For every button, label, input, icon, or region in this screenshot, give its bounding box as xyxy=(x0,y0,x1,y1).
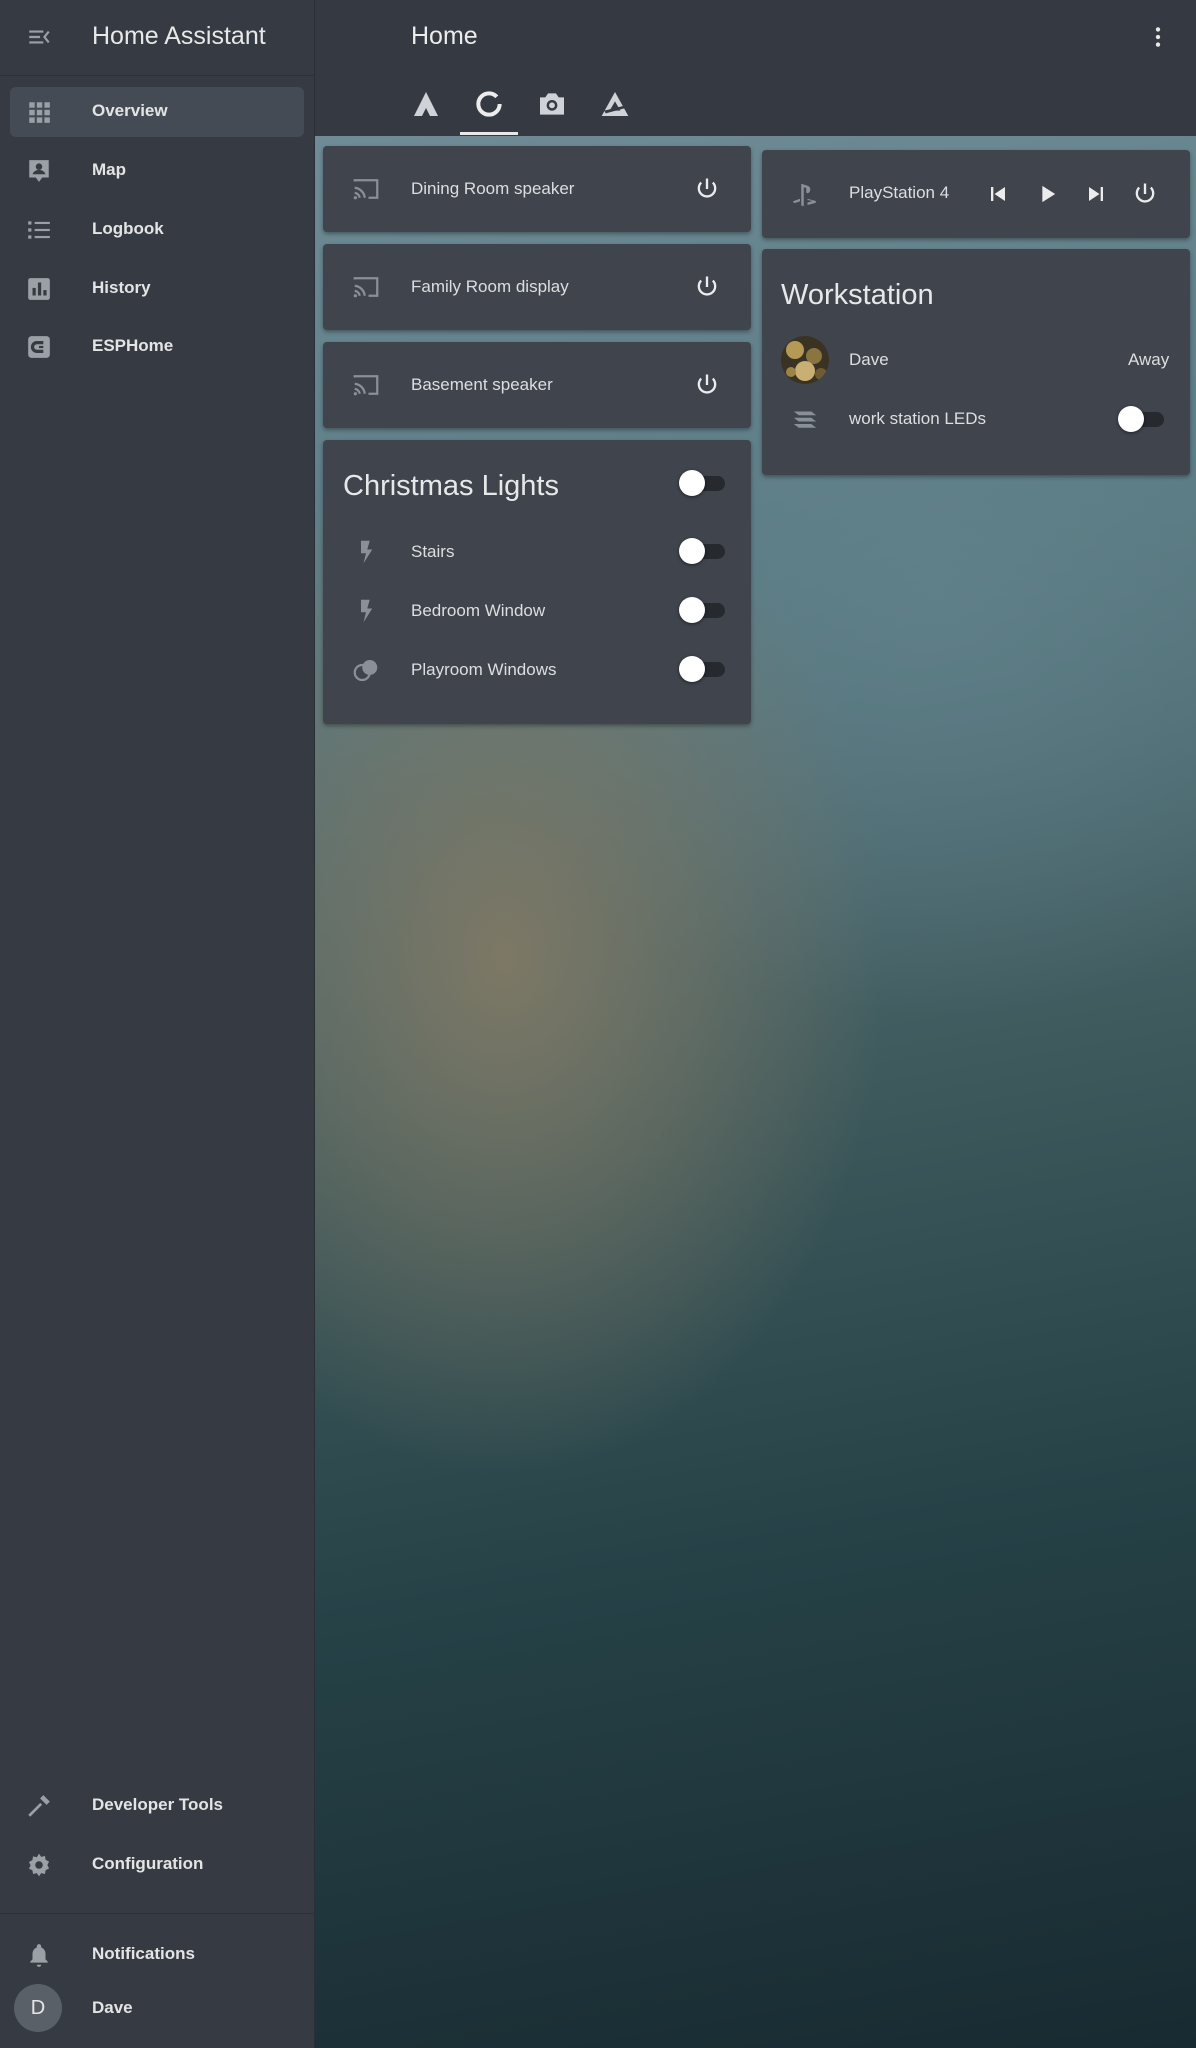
media-player-name: PlayStation 4 xyxy=(849,183,950,202)
list-icon xyxy=(28,221,50,239)
power-icon[interactable] xyxy=(1131,180,1159,208)
more-vert-icon[interactable] xyxy=(1145,24,1171,50)
person-state: Away xyxy=(1128,350,1170,369)
led-strip-icon xyxy=(793,411,817,428)
sidebar-header: Home Assistant xyxy=(0,0,314,76)
color-circles-icon xyxy=(353,660,378,682)
sidebar-divider xyxy=(0,1913,314,1914)
sidebar: Home Assistant Overview Map Logbook Hist… xyxy=(0,0,315,2048)
entities-card-christmas-lights: Christmas Lights Stairs Bedroom Window P… xyxy=(323,440,751,724)
sidebar-item-developer-tools[interactable]: Developer Tools xyxy=(10,1781,304,1831)
sidebar-item-label: Map xyxy=(92,160,126,179)
cast-icon xyxy=(353,179,379,200)
power-icon[interactable] xyxy=(693,273,721,301)
app-title: Home Assistant xyxy=(92,22,266,50)
sidebar-item-label: Overview xyxy=(92,101,168,120)
sidebar-item-label: History xyxy=(92,278,151,297)
ring-icon[interactable] xyxy=(473,88,505,120)
playroom-windows-toggle[interactable] xyxy=(679,656,727,682)
entity-name: Stairs xyxy=(411,542,455,561)
page-title: Home xyxy=(411,22,478,50)
active-tab-indicator xyxy=(460,132,518,135)
person-avatar[interactable] xyxy=(781,336,829,384)
media-player-name: Dining Room speaker xyxy=(411,179,575,198)
triangle-icon[interactable] xyxy=(410,88,442,120)
toggle-thumb xyxy=(679,656,705,682)
bell-icon xyxy=(30,1944,48,1967)
sidebar-item-label: ESPHome xyxy=(92,336,174,355)
card-title: Workstation xyxy=(781,279,934,311)
skip-previous-icon[interactable] xyxy=(984,180,1012,208)
toggle-thumb xyxy=(679,538,705,564)
toggle-thumb xyxy=(679,470,705,496)
toggle-thumb xyxy=(679,597,705,623)
menu-collapse-icon[interactable] xyxy=(26,24,52,50)
media-card-basement[interactable]: Basement speaker xyxy=(323,342,751,428)
media-card-family-room[interactable]: Family Room display xyxy=(323,244,751,330)
flash-icon xyxy=(361,540,373,564)
sidebar-item-overview[interactable]: Overview xyxy=(10,87,304,137)
media-player-name: Basement speaker xyxy=(411,375,553,394)
sidebar-item-label: Dave xyxy=(92,1998,133,2017)
esphome-icon xyxy=(28,336,50,358)
play-icon[interactable] xyxy=(1033,180,1061,208)
person-name: Dave xyxy=(849,350,889,369)
gear-icon xyxy=(28,1853,50,1877)
cast-icon xyxy=(353,375,379,396)
media-player-name: Family Room display xyxy=(411,277,569,296)
sidebar-item-history[interactable]: History xyxy=(10,264,304,314)
grid-icon xyxy=(29,102,50,123)
entity-name: work station LEDs xyxy=(849,409,986,428)
chart-bar-icon xyxy=(28,278,50,300)
camera-icon[interactable] xyxy=(536,88,568,120)
hammer-icon xyxy=(28,1795,50,1817)
card-title: Christmas Lights xyxy=(343,470,559,502)
playstation-icon xyxy=(793,183,817,207)
top-app-bar: Home xyxy=(315,0,1196,136)
work-station-leds-toggle[interactable] xyxy=(1118,406,1166,432)
sidebar-item-notifications[interactable]: Notifications xyxy=(10,1930,304,1980)
entities-card-workstation: Workstation Dave Away work station LEDs xyxy=(762,249,1190,475)
sidebar-item-label: Notifications xyxy=(92,1944,195,1963)
sidebar-item-label: Configuration xyxy=(92,1854,204,1873)
toggle-thumb xyxy=(1118,406,1144,432)
sidebar-item-logbook[interactable]: Logbook xyxy=(10,205,304,255)
christmas-lights-toggle[interactable] xyxy=(679,470,727,496)
bedroom-window-toggle[interactable] xyxy=(679,597,727,623)
cast-icon xyxy=(353,277,379,298)
sidebar-item-configuration[interactable]: Configuration xyxy=(10,1840,304,1890)
flash-icon xyxy=(361,599,373,623)
entity-name: Playroom Windows xyxy=(411,660,557,679)
media-card-dining-room[interactable]: Dining Room speaker xyxy=(323,146,751,232)
sidebar-item-user[interactable]: D Dave xyxy=(10,1984,304,2036)
media-card-playstation[interactable]: PlayStation 4 xyxy=(762,150,1190,238)
sidebar-item-label: Developer Tools xyxy=(92,1795,223,1814)
delta-icon[interactable] xyxy=(599,88,631,120)
skip-next-icon[interactable] xyxy=(1082,180,1110,208)
entity-name: Bedroom Window xyxy=(411,601,546,620)
sidebar-item-label: Logbook xyxy=(92,219,164,238)
power-icon[interactable] xyxy=(693,175,721,203)
stairs-toggle[interactable] xyxy=(679,538,727,564)
map-account-icon xyxy=(29,160,49,182)
sidebar-item-map[interactable]: Map xyxy=(10,146,304,196)
power-icon[interactable] xyxy=(693,371,721,399)
sidebar-item-esphome[interactable]: ESPHome xyxy=(10,322,304,372)
avatar: D xyxy=(14,1984,62,2032)
